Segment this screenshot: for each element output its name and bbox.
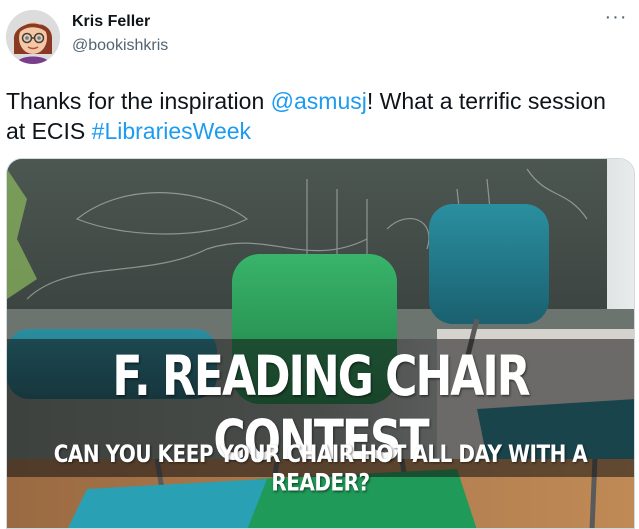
tweet-text: Thanks for the inspiration @asmusj! What…	[6, 86, 626, 146]
media-banner-subtitle: CAN YOU KEEP YOUR CHAIR HOT ALL DAY WITH…	[53, 439, 588, 497]
tweet-text-start: Thanks for the inspiration	[6, 88, 271, 114]
avatar[interactable]	[6, 10, 60, 64]
tweet-media-image[interactable]: F. READING CHAIR CONTEST CAN YOU KEEP YO…	[6, 158, 635, 529]
author-display-name[interactable]: Kris Feller	[72, 13, 150, 31]
mention-link[interactable]: @asmusj	[271, 88, 367, 114]
hashtag-link[interactable]: #LibrariesWeek	[92, 118, 251, 144]
more-options-icon[interactable]: ···	[603, 7, 629, 34]
author-handle[interactable]: @bookishkris	[72, 37, 168, 55]
cartoon-avatar-icon	[6, 10, 60, 64]
